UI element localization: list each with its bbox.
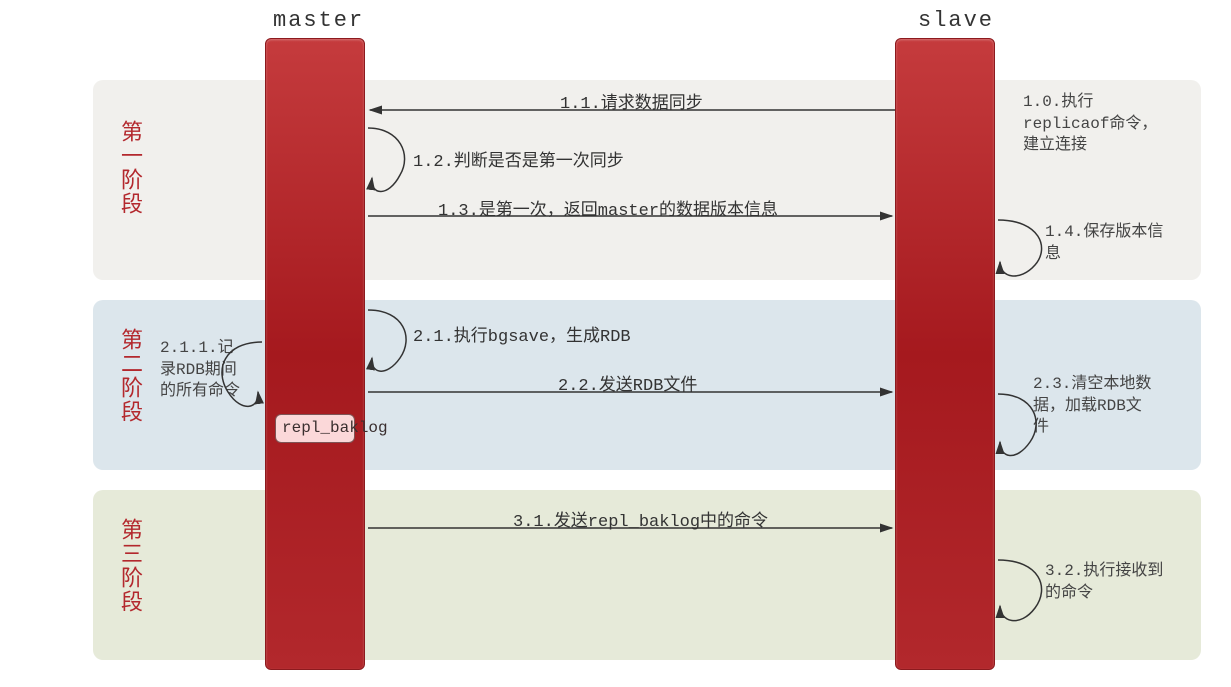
note-1-4: 1.4.保存版本信息 (1045, 222, 1165, 265)
msg-1-2: 1.2.判断是否是第一次同步 (413, 146, 624, 172)
sequence-diagram: master slave 第一阶段 第二阶段 第三阶段 repl_baklog … (0, 0, 1231, 687)
slave-lifeline (895, 38, 995, 670)
note-3-2: 3.2.执行接收到的命令 (1045, 561, 1165, 604)
msg-1-1: 1.1.请求数据同步 (560, 88, 703, 114)
msg-1-3: 1.3.是第一次，返回master的数据版本信息 (438, 195, 778, 221)
msg-2-1: 2.1.执行bgsave，生成RDB (413, 321, 631, 347)
note-2-1-1: 2.1.1.记录RDB期间的所有命令 (160, 338, 240, 403)
master-header: master (273, 8, 364, 33)
master-lifeline (265, 38, 365, 670)
slave-header: slave (918, 8, 994, 33)
phase-2-label: 第二阶段 (112, 328, 144, 424)
note-2-3: 2.3.清空本地数据，加载RDB文件 (1033, 374, 1153, 439)
msg-3-1: 3.1.发送repl_baklog中的命令 (513, 506, 768, 532)
phase-1-label: 第一阶段 (112, 120, 144, 216)
msg-2-2: 2.2.发送RDB文件 (558, 370, 697, 396)
phase-3-label: 第三阶段 (112, 518, 144, 614)
note-1-0: 1.0.执行replicaof命令，建立连接 (1023, 92, 1173, 157)
repl-baklog-box: repl_baklog (275, 414, 355, 443)
